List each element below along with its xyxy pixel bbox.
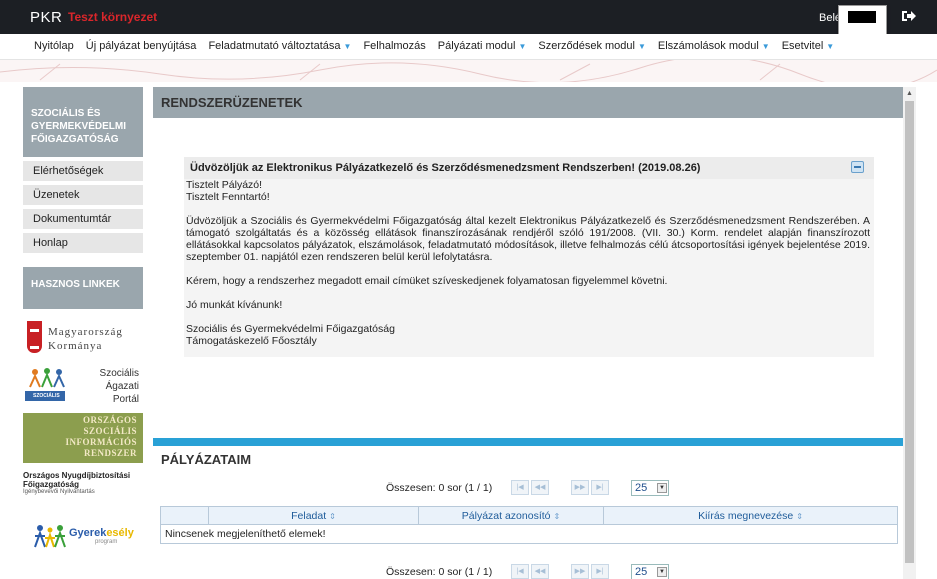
- first-page-icon[interactable]: |◀: [511, 480, 529, 495]
- gov-logo-line2: Kormánya: [48, 340, 103, 352]
- child-chance-logo-b: esély: [106, 527, 134, 539]
- column-header-application-id[interactable]: Pályázat azonosító ⇕: [418, 506, 604, 525]
- logout-icon[interactable]: [900, 8, 916, 24]
- coat-of-arms-icon: [27, 321, 42, 353]
- page-size-value: 25: [635, 482, 648, 494]
- table-row: Nincsenek megjeleníthető elemek!: [160, 524, 898, 544]
- app-brand[interactable]: PKR: [30, 9, 62, 26]
- gov-logo-line1: Magyarország: [48, 326, 123, 338]
- pager-top: Összesen: 0 sor (1 / 1) |◀ ◀◀ ▶▶ ▶| 25 ▼: [153, 478, 903, 500]
- message-header[interactable]: Üdvözöljük az Elektronikus Pályázatkezel…: [184, 157, 874, 179]
- child-chance-logo-link[interactable]: Gyerekesély program: [23, 515, 143, 555]
- nav-item-task-indicator[interactable]: Feladatmutató változtatása ▼: [208, 40, 351, 52]
- social-badge: SZOCIÁLIS: [25, 391, 65, 401]
- applications-title: Pályázataim: [153, 438, 903, 470]
- sidebar-item-messages[interactable]: Üzenetek: [23, 185, 143, 206]
- gov-logo-link[interactable]: Magyarország Kormánya: [23, 319, 143, 363]
- osz-info-system-logo-link[interactable]: Országos Szociális Információs Rendszer: [23, 413, 143, 463]
- chevron-down-icon: ▼: [657, 567, 667, 577]
- pager-total: Összesen: 0 sor (1 / 1): [386, 482, 493, 494]
- chevron-down-icon: ▼: [826, 42, 835, 51]
- page-size-value: 25: [635, 566, 648, 578]
- social-logo-line3: Portál: [112, 394, 139, 405]
- collapse-icon[interactable]: [851, 161, 864, 173]
- sidebar-item-contacts[interactable]: Elérhetőségek: [23, 161, 143, 182]
- sidebar-org-title: Szociális és Gyermekvédelmi Főigazgatósá…: [23, 87, 143, 157]
- sidebar-item-homepage[interactable]: Honlap: [23, 233, 143, 254]
- column-header-call-name[interactable]: Kiírás megnevezése ⇕: [603, 506, 898, 525]
- osz-logo-line4: Rendszer: [83, 448, 137, 458]
- nav-item-accumulation[interactable]: Felhalmozás: [363, 40, 425, 52]
- message-greeting-1: Tisztelt Pályázó!: [186, 179, 263, 191]
- redacted-username: [848, 11, 876, 23]
- sort-icon: ⇕: [553, 511, 561, 521]
- nav-item-application-module[interactable]: Pályázati modul ▼: [438, 40, 527, 52]
- main-panel: Rendszerüzenetek Üdvözöljük az Elektroni…: [153, 87, 903, 579]
- prev-page-icon[interactable]: ◀◀: [531, 480, 549, 495]
- page-size-select[interactable]: 25 ▼: [631, 564, 669, 579]
- nav-item-new-application[interactable]: Új pályázat benyújtása: [86, 40, 197, 52]
- chevron-down-icon: ▼: [657, 483, 667, 493]
- message-paragraph-1: Üdvözöljük a Szociális és Gyermekvédelmi…: [186, 215, 870, 263]
- system-messages-title: Rendszerüzenetek: [153, 87, 903, 118]
- pager-total: Összesen: 0 sor (1 / 1): [386, 566, 493, 578]
- social-logo-line2: Ágazati: [105, 381, 139, 392]
- scroll-thumb[interactable]: [905, 101, 914, 563]
- social-portal-logo-link[interactable]: SZOCIÁLIS Szociális Ágazati Portál: [23, 367, 143, 409]
- message-greeting-2: Tisztelt Fenntartó!: [186, 191, 270, 203]
- children-icon: [34, 525, 66, 548]
- page-size-select[interactable]: 25 ▼: [631, 480, 669, 496]
- message-paragraph-3: Jó munkát kívánunk!: [186, 299, 283, 311]
- child-chance-logo-sub: program: [95, 539, 118, 545]
- next-page-icon[interactable]: ▶▶: [571, 564, 589, 579]
- empty-table-message: Nincsenek megjeleníthető elemek!: [160, 524, 898, 544]
- social-logo-line1: Szociális: [99, 368, 139, 379]
- osz-logo-line3: Információs: [65, 437, 137, 447]
- onyf-logo-title: Országos Nyugdíjbiztosítási Főigazgatósá…: [23, 471, 131, 489]
- prev-page-icon[interactable]: ◀◀: [531, 564, 549, 579]
- nav-item-home[interactable]: Nyitólap: [34, 40, 74, 52]
- next-page-icon[interactable]: ▶▶: [571, 480, 589, 495]
- onyf-logo-link[interactable]: Országos Nyugdíjbiztosítási Főigazgatósá…: [23, 471, 143, 507]
- first-page-icon[interactable]: |◀: [511, 564, 529, 579]
- useful-links-title: Hasznos linkek: [23, 267, 143, 309]
- sort-icon: ⇕: [329, 511, 336, 521]
- sidebar: Szociális és Gyermekvédelmi Főigazgatósá…: [23, 87, 143, 572]
- main-nav: Nyitólap Új pályázat benyújtása Feladatm…: [0, 34, 937, 60]
- nav-item-settlements-module[interactable]: Elszámolások modul ▼: [658, 40, 770, 52]
- background-decoration: [0, 55, 937, 90]
- sidebar-item-documents[interactable]: Dokumentumtár: [23, 209, 143, 230]
- chevron-down-icon: ▼: [343, 42, 352, 51]
- scroll-up-icon[interactable]: ▲: [903, 87, 916, 100]
- message-body: Tisztelt Pályázó! Tisztelt Fenntartó! Üd…: [184, 179, 874, 357]
- environment-label: Teszt környezet: [68, 10, 158, 24]
- nav-item-contracts-module[interactable]: Szerződések modul ▼: [538, 40, 646, 52]
- message-signature-1: Szociális és Gyermekvédelmi Főigazgatósá…: [186, 323, 395, 335]
- osz-logo-line1: Országos: [82, 415, 137, 425]
- onyf-logo-subtitle: Igénybevevői Nyilvántartás: [23, 489, 95, 495]
- last-page-icon[interactable]: ▶|: [591, 564, 609, 579]
- column-header-task[interactable]: Feladat ⇕: [208, 506, 419, 525]
- sort-icon: ⇕: [796, 511, 803, 521]
- message-title: Üdvözöljük az Elektronikus Pályázatkezel…: [190, 162, 701, 174]
- pager-bottom: Összesen: 0 sor (1 / 1) |◀ ◀◀ ▶▶ ▶| 25 ▼: [153, 562, 903, 579]
- people-icon: [29, 368, 65, 388]
- child-chance-logo-a: Gyerek: [69, 527, 107, 539]
- message-paragraph-2: Kérem, hogy a rendszerhez megadott email…: [186, 275, 668, 287]
- table-header-blank: [160, 506, 209, 525]
- chevron-down-icon: ▼: [637, 42, 646, 51]
- top-bar: PKR Teszt környezet Belépve 9: [0, 0, 937, 40]
- last-page-icon[interactable]: ▶|: [591, 480, 609, 495]
- chevron-down-icon: ▼: [518, 42, 527, 51]
- applications-table: Feladat ⇕ Pályázat azonosító ⇕ Kiírás megn…: [160, 506, 898, 544]
- chevron-down-icon: ▼: [761, 42, 770, 51]
- message-signature-2: Támogatáskezelő Főosztály: [186, 335, 317, 347]
- main-scrollbar[interactable]: ▲: [903, 87, 916, 579]
- nav-item-case-management[interactable]: Esetvitel ▼: [782, 40, 835, 52]
- osz-logo-line2: Szociális: [83, 426, 137, 436]
